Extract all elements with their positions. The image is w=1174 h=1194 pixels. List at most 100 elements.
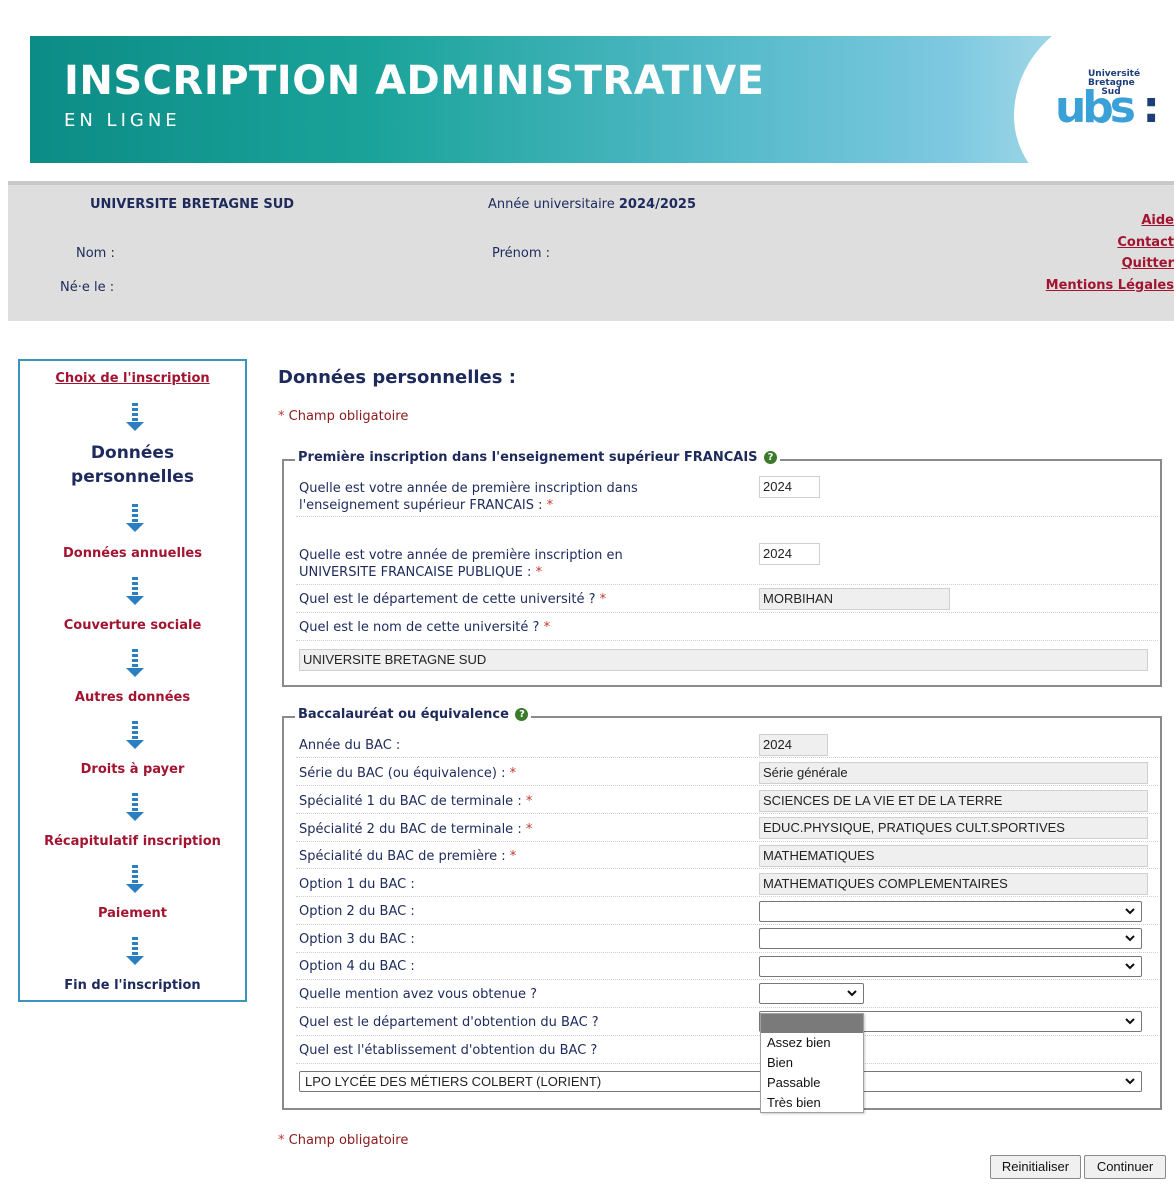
first-higher-ed-year-field: 2024 bbox=[759, 476, 820, 498]
row-divider bbox=[296, 1035, 1158, 1036]
bac-school-select[interactable]: LPO LYCÉE DES MÉTIERS COLBERT (LORIENT) bbox=[299, 1071, 1142, 1092]
required-star: * bbox=[278, 409, 285, 424]
row-divider bbox=[296, 612, 1158, 613]
step-donnees-personnelles: Données personnelles bbox=[71, 443, 194, 487]
bac-specialty2-field: EDUC.PHYSIQUE, PRATIQUES CULT.SPORTIVES bbox=[759, 817, 1148, 839]
arrow-down-icon bbox=[126, 577, 144, 605]
required-note-text: Champ obligatoire bbox=[288, 1133, 409, 1148]
university-name-label-text: Quel est le nom de cette université ? bbox=[299, 620, 540, 635]
bac-series-label-text: Série du BAC (ou équivalence) : bbox=[299, 766, 506, 781]
row-divider bbox=[296, 584, 1158, 585]
quit-link[interactable]: Quitter bbox=[1046, 253, 1174, 275]
arrow-down-icon bbox=[126, 937, 144, 965]
required-star: * bbox=[599, 592, 607, 607]
row-divider bbox=[296, 979, 1158, 980]
bac-school-value: LPO LYCÉE DES MÉTIERS COLBERT (LORIENT) bbox=[305, 1074, 602, 1089]
step-autres-donnees: Autres données bbox=[74, 690, 191, 705]
required-note-bottom: * Champ obligatoire bbox=[278, 1133, 408, 1148]
chevron-down-icon bbox=[1125, 935, 1135, 942]
bac-option2-select[interactable] bbox=[759, 901, 1142, 922]
step-recapitulatif: Récapitulatif inscription bbox=[44, 834, 221, 849]
academic-year: Année universitaire 2024/2025 bbox=[488, 197, 696, 212]
academic-year-label: Année universitaire bbox=[488, 197, 615, 212]
required-star: * bbox=[509, 849, 517, 864]
header-banner: INSCRIPTION ADMINISTRATIVE EN LIGNE Univ… bbox=[30, 36, 1174, 163]
arrow-down-icon bbox=[126, 649, 144, 677]
bac-option4-label: Option 4 du BAC : bbox=[299, 959, 415, 974]
university-name-field: UNIVERSITE BRETAGNE SUD bbox=[299, 649, 1148, 671]
row-divider bbox=[296, 841, 1158, 842]
arrow-down-icon bbox=[126, 504, 144, 532]
help-link[interactable]: Aide bbox=[1046, 210, 1174, 232]
bac-series-field: Série générale bbox=[759, 762, 1148, 784]
required-star: * bbox=[509, 766, 517, 781]
step-choix-inscription[interactable]: Choix de l'inscription bbox=[20, 371, 245, 386]
mention-option-empty[interactable] bbox=[761, 1014, 863, 1033]
continue-button[interactable]: Continuer bbox=[1084, 1155, 1166, 1179]
row-divider bbox=[296, 813, 1158, 814]
steps-sidebar: Choix de l'inscription Données personnel… bbox=[18, 359, 247, 1002]
required-star: * bbox=[278, 1133, 285, 1148]
question-circle-icon[interactable]: ? bbox=[764, 451, 778, 464]
bac-department-label: Quel est le département d'obtention du B… bbox=[299, 1015, 599, 1030]
row-divider bbox=[296, 868, 1158, 869]
bac-option1-field: MATHEMATIQUES COMPLEMENTAIRES bbox=[759, 873, 1148, 895]
bac-first-specialty-label-text: Spécialité du BAC de première : bbox=[299, 849, 506, 864]
app-subtitle: EN LIGNE bbox=[64, 110, 181, 131]
university-department-label-text: Quel est le département de cette univers… bbox=[299, 592, 596, 607]
logo-colon: : bbox=[1142, 82, 1160, 133]
bac-mention-select[interactable] bbox=[759, 983, 864, 1004]
page-title: Données personnelles : bbox=[278, 367, 516, 388]
academic-year-value: 2024/2025 bbox=[618, 197, 697, 212]
contact-link[interactable]: Contact bbox=[1046, 232, 1174, 254]
row-divider bbox=[296, 640, 1158, 641]
reset-button[interactable]: Reinitialiser bbox=[990, 1155, 1081, 1179]
baccalaureat-legend-text: Baccalauréat ou équivalence bbox=[298, 707, 509, 722]
bac-specialty1-label: Spécialité 1 du BAC de terminale : * bbox=[299, 793, 532, 810]
row-divider bbox=[296, 924, 1158, 925]
bac-first-specialty-label: Spécialité du BAC de première : * bbox=[299, 848, 516, 865]
bac-option4-select[interactable] bbox=[759, 956, 1142, 977]
first-university-year-label-line1: Quelle est votre année de première inscr… bbox=[299, 548, 623, 563]
first-higher-ed-year-label: Quelle est votre année de première inscr… bbox=[299, 480, 638, 514]
chevron-down-icon bbox=[847, 990, 857, 997]
arrow-down-icon bbox=[126, 793, 144, 821]
bac-year-label: Année du BAC : bbox=[299, 738, 401, 753]
chevron-down-icon bbox=[1125, 1018, 1135, 1025]
mention-option-assez-bien[interactable]: Assez bien bbox=[761, 1033, 863, 1053]
user-info-bar: UNIVERSITE BRETAGNE SUD Année universita… bbox=[8, 181, 1174, 321]
row-divider bbox=[296, 757, 1158, 758]
header-links: Aide Contact Quitter Mentions Légales bbox=[1046, 210, 1174, 296]
university-department-label: Quel est le département de cette univers… bbox=[299, 591, 606, 608]
bac-first-specialty-field: MATHEMATIQUES bbox=[759, 845, 1148, 867]
required-star: * bbox=[525, 794, 533, 809]
university-department-field: MORBIHAN bbox=[759, 588, 950, 610]
step-paiement: Paiement bbox=[97, 906, 168, 921]
bac-option1-label: Option 1 du BAC : bbox=[299, 877, 415, 892]
arrow-down-icon bbox=[126, 403, 144, 431]
mention-option-bien[interactable]: Bien bbox=[761, 1053, 863, 1073]
row-divider bbox=[296, 1007, 1158, 1008]
mention-dropdown-list: Assez bien Bien Passable Très bien bbox=[760, 1013, 864, 1113]
bac-specialty2-label-text: Spécialité 2 du BAC de terminale : bbox=[299, 822, 522, 837]
row-divider bbox=[296, 1063, 1158, 1064]
bac-mention-label: Quelle mention avez vous obtenue ? bbox=[299, 987, 537, 1002]
bac-specialty2-label: Spécialité 2 du BAC de terminale : * bbox=[299, 821, 532, 838]
first-higher-ed-year-label-line2: l'enseignement supérieur FRANCAIS : bbox=[299, 498, 543, 513]
university-name-label: Quel est le nom de cette université ? * bbox=[299, 619, 550, 636]
mention-option-tres-bien[interactable]: Très bien bbox=[761, 1093, 863, 1113]
mention-option-passable[interactable]: Passable bbox=[761, 1073, 863, 1093]
legal-link[interactable]: Mentions Légales bbox=[1046, 275, 1174, 297]
row-divider bbox=[296, 896, 1158, 897]
chevron-down-icon bbox=[1125, 1078, 1135, 1085]
row-divider bbox=[296, 516, 1158, 517]
bac-year-field: 2024 bbox=[759, 734, 828, 756]
bac-option3-select[interactable] bbox=[759, 928, 1142, 949]
app-title: INSCRIPTION ADMINISTRATIVE bbox=[64, 58, 765, 104]
bac-series-label: Série du BAC (ou équivalence) : * bbox=[299, 765, 516, 782]
required-note-text: Champ obligatoire bbox=[288, 409, 409, 424]
first-university-year-label: Quelle est votre année de première inscr… bbox=[299, 547, 623, 581]
arrow-down-icon bbox=[126, 865, 144, 893]
question-circle-icon[interactable]: ? bbox=[515, 708, 529, 721]
required-star: * bbox=[546, 498, 554, 513]
